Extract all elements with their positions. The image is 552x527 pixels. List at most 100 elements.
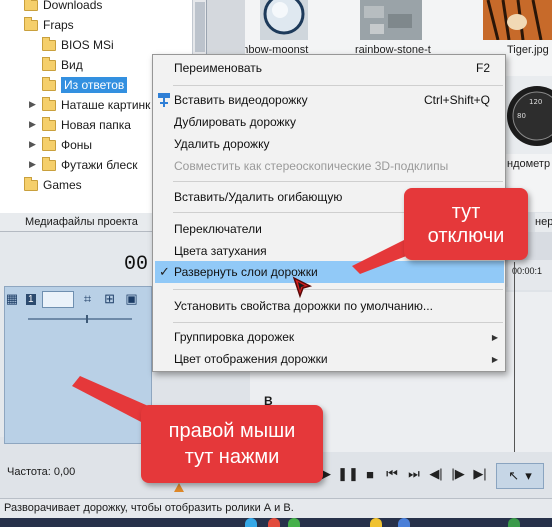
thumbnail-moonstone[interactable] [260, 0, 308, 40]
svg-text:80: 80 [517, 112, 526, 120]
menu-item-label: Цвета затухания [174, 244, 267, 258]
callout-right-click: правой мыши тут нажми [141, 405, 323, 483]
menu-item-group-tracks[interactable]: Группировка дорожек ▶ [155, 326, 504, 348]
expand-arrow-icon[interactable]: ▶ [29, 139, 36, 150]
transport-controls: ▶ ❚❚ ■ ⏮ ⏭ ◀| |▶ ▶| [316, 462, 490, 486]
folder-icon [42, 136, 56, 151]
thumbnail-stone[interactable] [360, 0, 422, 40]
status-text: Разворачивает дорожку, чтобы отобразить … [4, 502, 294, 514]
callout-line: тут [451, 201, 481, 223]
tree-item-games[interactable]: Games [24, 175, 82, 195]
playhead[interactable] [514, 262, 515, 452]
expand-arrow-icon[interactable]: ▶ [29, 119, 36, 130]
tab-fragment[interactable]: нер [535, 213, 552, 232]
menu-item-label: Удалить дорожку [174, 137, 270, 151]
mouse-cursor-icon [292, 276, 313, 299]
folder-icon [42, 96, 56, 111]
taskbar-app-icon[interactable] [288, 518, 300, 527]
tree-item-bios-msi[interactable]: BIOS MSi [42, 35, 114, 55]
stop-icon[interactable]: ■ [360, 462, 380, 486]
menu-item-set-default[interactable]: Установить свойства дорожки по умолчанию… [155, 295, 504, 317]
menu-separator [173, 85, 503, 86]
step-forward-icon[interactable]: |▶ [448, 462, 468, 486]
level-slider-thumb[interactable] [86, 315, 88, 323]
folder-icon [42, 156, 56, 171]
menu-item-duplicate-track[interactable]: Дублировать дорожку [155, 111, 504, 133]
level-slider[interactable] [28, 318, 132, 320]
track-type-icon: ▦ [5, 291, 19, 306]
menu-item-delete-track[interactable]: Удалить дорожку [155, 133, 504, 155]
menu-item-label: Цвет отображения дорожки [174, 352, 328, 366]
menu-item-track-color[interactable]: Цвет отображения дорожки ▶ [155, 348, 504, 370]
tree-item-futazhi[interactable]: Футажи блеск [42, 155, 137, 175]
tree-item-iz-otvetov[interactable]: Из ответов [42, 75, 128, 95]
thumbnail-caption: Tiger.jpg [507, 44, 549, 56]
scroll-thumb[interactable] [195, 2, 205, 52]
next-frame-icon[interactable]: ⏭ [404, 462, 424, 486]
prev-frame-icon[interactable]: ⏮ [382, 462, 402, 486]
thumbnail-speedometer[interactable]: 120 80 [503, 76, 552, 154]
composite-icon[interactable]: ▣ [124, 291, 140, 307]
menu-item-label: Установить свойства дорожки по умолчанию… [174, 299, 433, 313]
menu-item-stereo-3d: Совместить как стереоскопические 3D-подк… [155, 155, 504, 177]
folder-icon [42, 76, 56, 91]
time-display: 00 [124, 253, 149, 276]
menu-item-expand-layers[interactable]: ✓ Развернуть слои дорожки [155, 261, 504, 283]
menu-item-shortcut: Ctrl+Shift+Q [423, 93, 490, 107]
taskbar-app-icon[interactable] [245, 518, 257, 527]
callout-line: тут нажми [184, 446, 280, 468]
menu-item-insert-video-track[interactable]: Вставить видеодорожку Ctrl+Shift+Q [155, 89, 504, 111]
menu-separator [173, 181, 503, 182]
end-icon[interactable]: ▶| [470, 462, 490, 486]
step-back-icon[interactable]: ◀| [426, 462, 446, 486]
tree-item-novaya-papka[interactable]: Новая папка [42, 115, 131, 135]
callout-turn-off: тут отключи [404, 188, 528, 260]
thumbnail-caption: ндометр [507, 158, 551, 170]
tree-item-vid[interactable]: Вид [42, 55, 83, 75]
thumbnail-tiger[interactable] [483, 0, 552, 40]
folder-icon [24, 176, 38, 191]
submenu-arrow-icon: ▶ [491, 354, 498, 364]
fx-icon[interactable]: ⊞ [102, 291, 118, 307]
taskbar-app-icon[interactable] [508, 518, 520, 527]
menu-item-label: Группировка дорожек [174, 330, 295, 344]
motion-icon[interactable]: ⌗ [80, 291, 96, 307]
tree-item-fony[interactable]: Фоны [42, 135, 92, 155]
expand-arrow-icon[interactable]: ▶ [29, 99, 36, 110]
menu-separator [173, 289, 503, 290]
chevron-down-icon: ▾ [525, 468, 532, 483]
submenu-arrow-icon: ▶ [491, 332, 498, 342]
cursor-tool-icon: ↖ [508, 468, 520, 483]
checkmark-icon: ✓ [159, 264, 170, 279]
marker-icon[interactable] [174, 483, 184, 492]
taskbar-app-icon[interactable] [268, 518, 280, 527]
taskbar-app-icon[interactable] [398, 518, 410, 527]
expand-arrow-icon[interactable]: ▶ [29, 159, 36, 170]
pause-icon[interactable]: ❚❚ [337, 462, 359, 486]
folder-icon [42, 56, 56, 71]
menu-item-label: Дублировать дорожку [174, 115, 296, 129]
svg-text:120: 120 [529, 98, 542, 106]
menu-item-label: Вставить/Удалить огибающую [174, 190, 343, 204]
taskbar-app-icon[interactable] [370, 518, 382, 527]
tree-item-downloads[interactable]: Downloads [24, 0, 102, 15]
callout-line: отключи [427, 225, 505, 247]
folder-icon [42, 36, 56, 51]
folder-icon [24, 0, 38, 11]
tree-item-natashe[interactable]: Наташе картинк [42, 95, 150, 115]
menu-item-rename[interactable]: Переименовать F2 [155, 57, 504, 79]
folder-icon [42, 116, 56, 131]
menu-item-label: Вставить видеодорожку [174, 93, 308, 107]
callout-line: правой мыши [168, 420, 296, 442]
edit-tool-button[interactable]: ↖ ▾ [496, 463, 544, 489]
track-number: 1 [26, 293, 36, 305]
menu-separator [173, 322, 503, 323]
tree-item-fraps[interactable]: Fraps [24, 15, 74, 35]
track-toolbar: ▦ 1 ⌗ ⊞ ▣ [4, 287, 140, 311]
ruler-time: 00:00:1 [512, 266, 543, 276]
track-name-field[interactable] [41, 290, 74, 308]
frequency-label: Частота: 0,00 [7, 466, 76, 478]
menu-item-label: Переключатели [174, 222, 262, 236]
menu-item-label: Совместить как стереоскопические 3D-подк… [174, 159, 449, 173]
folder-icon [24, 16, 38, 31]
